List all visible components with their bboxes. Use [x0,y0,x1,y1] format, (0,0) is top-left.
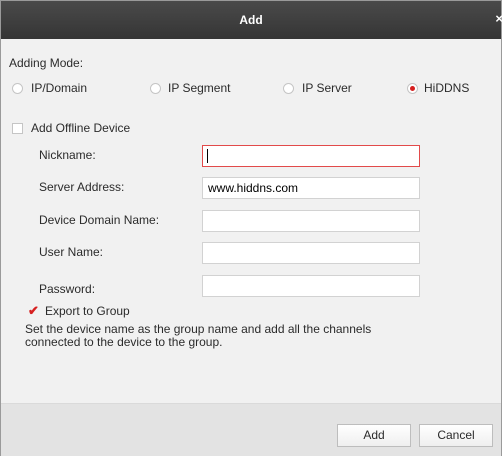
export-to-group-checkbox[interactable]: ✔ [28,304,39,317]
radio-ip-domain[interactable] [12,83,23,94]
add-device-dialog: Add × Adding Mode: IP/Domain IP Segment … [0,0,502,456]
title-bar[interactable]: Add × [1,1,502,39]
dialog-content: Adding Mode: IP/Domain IP Segment IP Ser… [1,39,501,403]
device-domain-name-label: Device Domain Name: [39,213,160,227]
password-input[interactable] [202,275,420,297]
radio-ip-domain-label[interactable]: IP/Domain [31,81,87,95]
radio-ip-segment[interactable] [150,83,161,94]
close-icon[interactable]: × [495,12,502,26]
adding-mode-label: Adding Mode: [9,56,84,70]
user-name-input[interactable] [202,242,420,264]
add-button[interactable]: Add [337,424,411,447]
password-label: Password: [39,282,96,296]
cancel-button[interactable]: Cancel [419,424,493,447]
add-offline-device-checkbox[interactable] [12,123,23,134]
radio-hiddns-label[interactable]: HiDDNS [424,81,469,95]
nickname-input[interactable] [202,145,420,167]
export-to-group-label[interactable]: Export to Group [45,304,130,318]
radio-ip-server-label[interactable]: IP Server [302,81,352,95]
server-address-input[interactable]: www.hiddns.com [202,177,420,199]
text-caret [207,149,208,163]
device-domain-name-input[interactable] [202,210,420,232]
radio-ip-server[interactable] [283,83,294,94]
export-description: Set the device name as the group name an… [25,322,372,349]
server-address-label: Server Address: [39,180,125,194]
radio-ip-segment-label[interactable]: IP Segment [168,81,230,95]
radio-hiddns[interactable] [407,83,418,94]
dialog-title: Add [239,13,263,27]
user-name-label: User Name: [39,245,104,259]
add-offline-device-label[interactable]: Add Offline Device [31,121,130,135]
nickname-label: Nickname: [39,148,96,162]
